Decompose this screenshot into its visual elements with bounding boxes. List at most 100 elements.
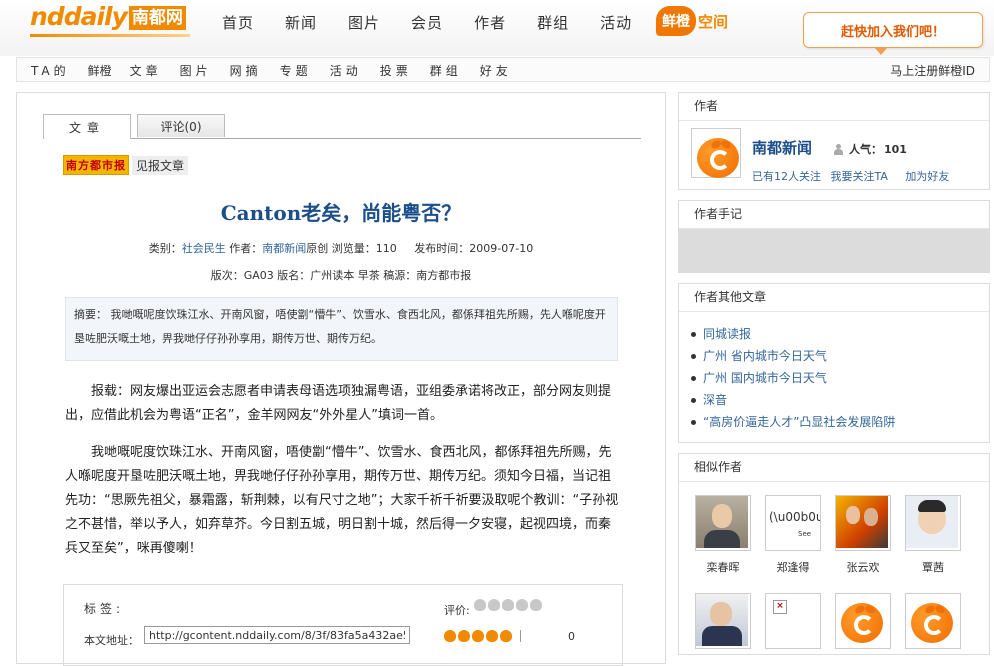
author-photo[interactable] xyxy=(765,495,821,551)
article-link[interactable]: 深音 xyxy=(703,389,727,411)
similar-author[interactable] xyxy=(835,593,891,649)
main-nav: 首页 新闻 图片 会员 作者 群组 活动 xyxy=(222,12,663,33)
orange-rating-icon[interactable] xyxy=(488,599,500,611)
similar-author[interactable]: 郑逢得 xyxy=(765,495,821,575)
article-link[interactable]: “高房价逼走人才”凸显社会发展陷阱 xyxy=(703,411,895,433)
register-link[interactable]: 马上注册鲜橙ID xyxy=(890,62,975,79)
orange-rating-icon[interactable] xyxy=(502,599,514,611)
popularity-label: 人气： xyxy=(849,143,882,156)
author-box-title: 作者 xyxy=(679,93,989,121)
author-avatar[interactable] xyxy=(691,128,741,178)
site-logo[interactable]: nddaily 南都网 xyxy=(30,4,186,30)
orange-space-badge: 鲜橙 xyxy=(656,6,696,36)
rating-orange-icons[interactable] xyxy=(474,599,544,611)
nav-groups[interactable]: 群组 xyxy=(537,12,569,33)
author-photo[interactable] xyxy=(905,593,961,649)
article-title: Canton老矣，尚能粤否？ xyxy=(220,201,462,225)
similar-author-name[interactable]: 张云欢 xyxy=(835,559,891,575)
tab-article[interactable]: 文章 xyxy=(43,114,131,139)
orange-rating-icon[interactable] xyxy=(530,599,542,611)
orange-icon xyxy=(458,630,470,642)
nav-activities[interactable]: 活动 xyxy=(600,12,632,33)
broken-image-icon[interactable]: × xyxy=(765,593,821,649)
nav-authors[interactable]: 作者 xyxy=(474,12,506,33)
original-tag: 原创 xyxy=(306,242,329,255)
subnav-articles[interactable]: 文章 xyxy=(130,62,162,79)
subnav-ta-prefix: TA的 xyxy=(31,64,70,78)
subnav-friends[interactable]: 好友 xyxy=(480,62,512,79)
author-label: 作者： xyxy=(229,242,263,255)
author-box: 作者 南都新闻 人气： 101 已有12人关注 我要关注TA 加为好友 xyxy=(678,92,990,190)
nav-pictures[interactable]: 图片 xyxy=(348,12,380,33)
similar-author[interactable]: × xyxy=(765,593,821,649)
author-photo[interactable] xyxy=(835,495,891,551)
popularity-value: 101 xyxy=(884,142,907,156)
subnav-activities[interactable]: 活动 xyxy=(330,62,362,79)
article-meta: 类别：社会民生 作者：南都新闻原创 浏览量：110 发布时间：2009-07-1… xyxy=(17,240,665,256)
orange-space-label: 空间 xyxy=(698,12,729,31)
orange-mascot-icon xyxy=(697,138,739,178)
similar-author-name[interactable]: 栾春晖 xyxy=(695,559,751,575)
rating-bar xyxy=(444,630,523,642)
author-link[interactable]: 南都新闻 xyxy=(262,242,306,255)
followers-link[interactable]: 已有12人关注 xyxy=(752,170,821,183)
popularity: 人气： 101 xyxy=(834,141,907,157)
orange-space-link[interactable]: 鲜橙 空间 xyxy=(656,6,728,36)
similar-author[interactable] xyxy=(695,593,751,649)
orange-icon xyxy=(486,630,498,642)
other-articles-title: 作者其他文章 xyxy=(679,284,989,312)
orange-rating-icon[interactable] xyxy=(516,599,528,611)
similar-authors-title: 相似作者 xyxy=(679,454,989,482)
similar-author-name[interactable]: 覃茜 xyxy=(905,559,961,575)
article-paragraph: 我哋嘅呢度饮珠江水、开南风窗，唔使劏“懵牛”、饮雪水、食西北风，都係拜祖先所赐，… xyxy=(65,445,619,556)
subnav-topics[interactable]: 专题 xyxy=(280,62,312,79)
similar-author[interactable]: 栾春晖 xyxy=(695,495,751,575)
follow-button[interactable]: 我要关注TA xyxy=(831,170,888,183)
similar-author[interactable]: 张云欢 xyxy=(835,495,891,575)
rating-divider xyxy=(520,630,521,642)
orange-mascot-icon xyxy=(841,603,883,643)
article-summary: 摘要： 我哋嘅呢度饮珠江水、开南风窗，唔使劏“懵牛”、饮雪水、食西北风，都係拜祖… xyxy=(65,297,618,361)
subnav-pictures[interactable]: 图片 xyxy=(180,62,212,79)
views-count: 110 xyxy=(375,242,397,255)
article-link[interactable]: 广州 国内城市今日天气 xyxy=(703,367,827,389)
other-articles-list: 同城读报 广州 省内城市今日天气 广州 国内城市今日天气 深音 “高房价逼走人才… xyxy=(691,323,895,433)
category-link[interactable]: 社会民生 xyxy=(182,242,226,255)
tab-comments[interactable]: 评论(0) xyxy=(137,114,225,137)
similar-author[interactable]: 覃茜 xyxy=(905,495,961,575)
publish-time: 2009-07-10 xyxy=(469,242,534,255)
author-photo[interactable] xyxy=(835,593,891,649)
author-photo[interactable] xyxy=(695,495,751,551)
list-item: 广州 省内城市今日天气 xyxy=(691,345,895,367)
logo-text: nddaily xyxy=(30,2,128,31)
similar-author-name[interactable]: 郑逢得 xyxy=(765,559,821,575)
orange-mascot-icon xyxy=(911,603,953,643)
author-photo[interactable] xyxy=(905,495,961,551)
author-actions: 已有12人关注 我要关注TA 加为好友 xyxy=(752,168,963,184)
author-notes-body xyxy=(679,229,989,272)
author-photo[interactable] xyxy=(695,593,751,649)
site-header: nddaily 南都网 首页 新闻 图片 会员 作者 群组 活动 鲜橙 空间 赶… xyxy=(0,0,994,56)
author-name[interactable]: 南都新闻 xyxy=(752,137,812,158)
subnav-bookmarks[interactable]: 网摘 xyxy=(230,62,262,79)
edition-line: 版次：GA03 版名：广州读本 早茶 稿源：南方都市报 xyxy=(210,269,472,282)
article-url-field[interactable] xyxy=(144,626,410,644)
nav-news[interactable]: 新闻 xyxy=(285,12,317,33)
nav-home[interactable]: 首页 xyxy=(222,12,254,33)
article-link[interactable]: 广州 省内城市今日天气 xyxy=(703,345,827,367)
add-friend-button[interactable]: 加为好友 xyxy=(905,170,949,183)
orange-rating-icon[interactable] xyxy=(474,599,486,611)
subnav-groups[interactable]: 群组 xyxy=(430,62,462,79)
subnav-votes[interactable]: 投票 xyxy=(380,62,412,79)
tags-label: 标签: xyxy=(84,602,125,616)
article-panel: 文章 评论(0) 南方都市报 见报文章 Canton老矣，尚能粤否？ 类别：社会… xyxy=(16,92,666,666)
article-link[interactable]: 同城读报 xyxy=(703,323,751,345)
join-us-bubble[interactable]: 赶快加入我们吧！ xyxy=(803,12,983,55)
nav-members[interactable]: 会员 xyxy=(411,12,443,33)
views-label: 浏览量： xyxy=(331,242,376,255)
subnav-ta-orange[interactable]: TA的 鲜橙 xyxy=(31,62,112,79)
subnav-ta-suffix: 鲜橙 xyxy=(87,64,112,78)
orange-icon xyxy=(472,630,484,642)
similar-author[interactable] xyxy=(905,593,961,649)
list-item: 广州 国内城市今日天气 xyxy=(691,367,895,389)
